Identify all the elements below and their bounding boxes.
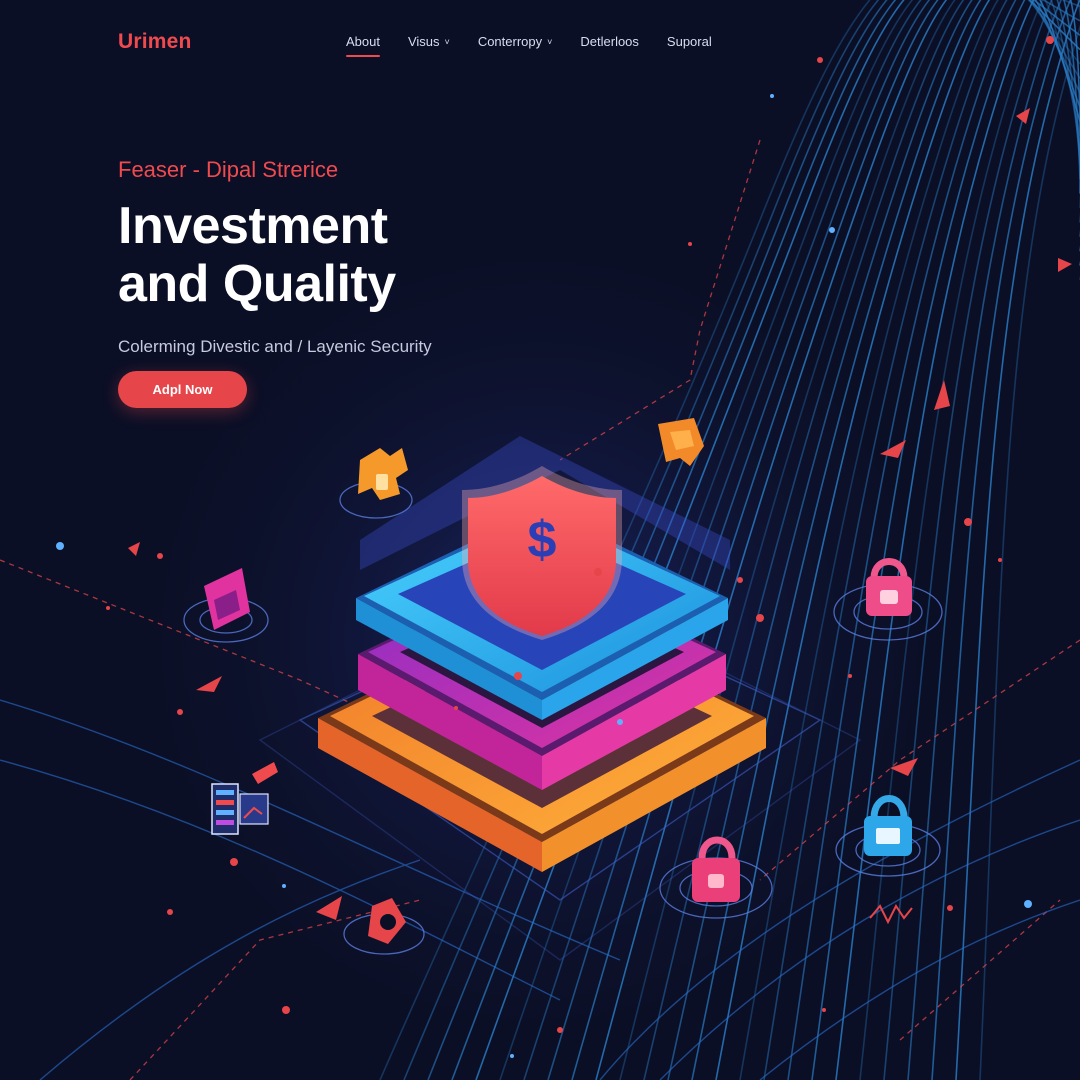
particle-dot [454, 706, 458, 710]
nav-item-about[interactable]: About [346, 34, 380, 57]
particle-dot [594, 568, 602, 576]
hero-title-line2: and Quality [118, 255, 396, 313]
nav-item-label: Detlerloos [580, 34, 639, 49]
particle-dot [617, 719, 623, 725]
flow-line [931, 0, 1080, 1080]
hero-subtitle: Colerming Divestic and / Layenic Securit… [118, 337, 432, 356]
particle-dot [167, 909, 173, 915]
particle-dot [822, 1008, 826, 1012]
dollar-symbol: $ [527, 511, 557, 569]
nav-item-label: Visus [407, 34, 440, 49]
particle-dot [829, 227, 835, 233]
nav-item-label: About [346, 34, 380, 49]
hero-section: Feaser - Dipal Strerice Investment and Q… [118, 157, 588, 357]
hero-eyebrow: Feaser - Dipal Strerice [118, 157, 339, 182]
particle-dot [557, 1027, 563, 1033]
top-navigation: Urimen About Visus ˅ Conterropy ˅ Detler… [0, 0, 1080, 84]
particle-dot [230, 858, 238, 866]
apply-now-button[interactable]: Adpl Now [118, 371, 247, 408]
particle-dot [688, 242, 692, 246]
particle-dot [282, 884, 286, 888]
particle-dot [282, 1006, 290, 1014]
nav-item-suporal[interactable]: Suporal [667, 34, 712, 49]
particle-dot [737, 577, 743, 583]
particle-dot [514, 672, 522, 680]
particle-dot [964, 518, 972, 526]
particle-dot [756, 614, 764, 622]
chevron-down-icon: ˅ [444, 36, 450, 47]
particle-dot [510, 1054, 514, 1058]
nav-item-conterropy[interactable]: Conterropy ˅ [478, 34, 553, 49]
particle-dot [106, 606, 110, 610]
particle-dot [770, 94, 774, 98]
particle-dot [177, 709, 183, 715]
particle-dot [998, 558, 1002, 562]
flow-line [955, 0, 1080, 1080]
particle-dot [1024, 900, 1032, 908]
chevron-down-icon: ˅ [547, 36, 553, 47]
nav-item-detlerloos[interactable]: Detlerloos [580, 34, 639, 49]
hero-title: Investment and Quality [118, 197, 588, 313]
brand-logo[interactable]: Urimen [118, 30, 192, 54]
particle-dot [157, 553, 163, 559]
nav-item-label: Suporal [666, 34, 712, 49]
particle-dot [56, 542, 64, 550]
nav-item-label: Conterropy [477, 34, 543, 49]
nav-menu: About Visus ˅ Conterropy ˅ Detlerloos Su… [346, 34, 740, 57]
particle-dot [848, 674, 852, 678]
hero-title-line1: Investment [118, 197, 388, 255]
nav-item-visus[interactable]: Visus ˅ [408, 34, 450, 49]
particle-dot [947, 905, 953, 911]
